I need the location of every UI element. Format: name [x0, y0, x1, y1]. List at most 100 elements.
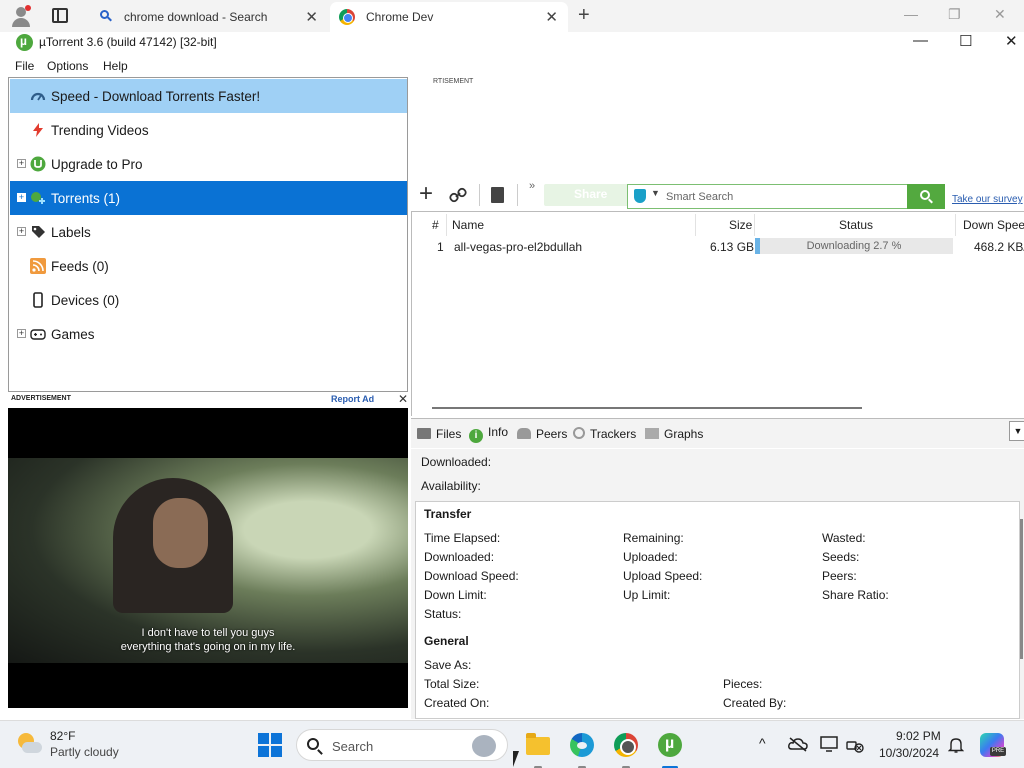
add-link-icon[interactable]	[449, 186, 467, 204]
tab-search[interactable]: chrome download - Search ✕	[88, 2, 328, 32]
sidebar-item-feeds[interactable]: Feeds (0)	[10, 249, 407, 283]
browser-restore-button[interactable]: ❐	[948, 6, 961, 23]
detail-tabs: Files i Info Peers Trackers Graphs ▼	[411, 418, 1024, 448]
column-header-number[interactable]: #	[432, 218, 439, 232]
tab-files-label: Files	[436, 427, 462, 441]
taskbar-utorrent[interactable]	[654, 729, 686, 768]
sidebar-item-devices[interactable]: Devices (0)	[10, 283, 407, 317]
total-size-label: Total Size:	[424, 677, 480, 691]
chevron-down-icon[interactable]: ▼	[651, 188, 660, 198]
maximize-button[interactable]: ☐	[959, 32, 972, 50]
sidebar-item-trending[interactable]: Trending Videos	[10, 113, 407, 147]
copilot-pre-badge: PRE	[990, 747, 1006, 756]
create-torrent-icon[interactable]	[491, 187, 504, 203]
tab-label: chrome download - Search	[124, 10, 268, 24]
close-button[interactable]: ✕	[1005, 32, 1018, 50]
smart-search-input[interactable]	[666, 187, 904, 206]
share-button[interactable]: Share	[544, 184, 632, 206]
taskbar-edge[interactable]	[566, 729, 598, 768]
profile-avatar-icon[interactable]	[10, 5, 32, 27]
horizontal-scrollbar[interactable]	[432, 407, 862, 409]
tab-graphs[interactable]: Graphs	[645, 427, 703, 441]
tab-info[interactable]: i Info	[469, 425, 508, 443]
expand-icon[interactable]: +	[17, 227, 26, 236]
row-size: 6.13 GB	[710, 240, 755, 254]
toolbar-separator	[479, 184, 480, 206]
column-header-size[interactable]: Size	[729, 218, 752, 232]
sidebar-item-labels[interactable]: + Labels	[10, 215, 407, 249]
transfer-title: Transfer	[424, 507, 472, 521]
menu-options[interactable]: Options	[47, 59, 88, 73]
browser-minimize-button[interactable]: —	[904, 6, 918, 22]
detail-dropdown-button[interactable]: ▼	[1009, 421, 1024, 441]
sidebar-item-speed[interactable]: Speed - Download Torrents Faster!	[10, 79, 407, 113]
survey-link[interactable]: Take our survey	[952, 194, 1023, 205]
tab-label: Chrome Dev	[366, 10, 434, 24]
sidebar-item-label: Labels	[51, 225, 91, 240]
folder-icon	[526, 733, 550, 755]
taskbar-file-explorer[interactable]	[522, 729, 554, 768]
tab-close-icon[interactable]: ✕	[545, 8, 558, 26]
ad-video[interactable]: I don't have to tell you guys everything…	[8, 408, 408, 708]
tab-actions-icon[interactable]	[52, 8, 68, 23]
expand-icon[interactable]: +	[17, 329, 26, 338]
network-icon[interactable]	[846, 737, 864, 753]
tab-chrome-dev[interactable]: Chrome Dev ✕	[330, 2, 568, 32]
report-ad-link[interactable]: Report Ad	[331, 394, 374, 404]
sidebar-item-upgrade[interactable]: + Upgrade to Pro	[10, 147, 407, 181]
column-header-down-speed[interactable]: Down Speed	[963, 218, 1024, 232]
notification-bell-icon[interactable]	[948, 736, 964, 754]
start-button[interactable]	[258, 733, 282, 757]
expand-icon[interactable]: +	[17, 193, 26, 202]
vertical-scrollbar[interactable]	[1020, 519, 1023, 659]
sidebar-item-label: Torrents (1)	[51, 191, 121, 206]
edge-icon	[570, 733, 594, 757]
search-highlight-icon	[472, 735, 496, 757]
add-torrent-button[interactable]: +	[419, 182, 433, 206]
column-divider	[446, 214, 447, 236]
tab-peers[interactable]: Peers	[517, 427, 567, 441]
sidebar-item-torrents[interactable]: + Torrents (1)	[10, 181, 407, 215]
status-progress-bar: Downloading 2.7 %	[755, 238, 953, 254]
search-button[interactable]	[907, 184, 945, 209]
column-header-status[interactable]: Status	[839, 218, 873, 232]
display-icon[interactable]	[820, 736, 840, 753]
new-tab-button[interactable]: +	[578, 4, 590, 27]
tab-files[interactable]: Files	[417, 427, 461, 441]
tab-graphs-label: Graphs	[664, 427, 704, 441]
upload-speed-label: Upload Speed:	[623, 569, 703, 583]
tab-trackers[interactable]: Trackers	[573, 427, 636, 441]
tray-overflow-chevron-icon[interactable]: ^	[759, 735, 766, 751]
weather-temp[interactable]: 82°F	[50, 729, 75, 743]
minimize-button[interactable]: —	[913, 32, 928, 49]
peers-label: Peers:	[822, 569, 857, 583]
ad-subtitle-line: everything that's going on in my life.	[120, 641, 296, 653]
column-header-name[interactable]: Name	[452, 218, 484, 232]
sidebar: Speed - Download Torrents Faster! Trendi…	[8, 77, 408, 392]
column-divider	[695, 214, 696, 236]
expand-icon[interactable]: +	[17, 159, 26, 168]
search-icon	[307, 738, 319, 750]
ad-close-icon[interactable]: ✕	[398, 392, 408, 406]
top-ad-label: RTISEMENT	[433, 78, 474, 85]
status-label: Status:	[424, 607, 462, 621]
weather-condition[interactable]: Partly cloudy	[50, 745, 119, 759]
tag-icon	[32, 226, 45, 238]
device-icon	[33, 292, 43, 308]
time-elapsed-label: Time Elapsed:	[424, 531, 501, 545]
tab-close-icon[interactable]: ✕	[305, 8, 318, 26]
menu-file[interactable]: File	[15, 59, 34, 73]
taskbar-chrome-dev[interactable]	[610, 729, 642, 768]
tab-peers-label: Peers	[536, 427, 568, 441]
utorrent-icon	[658, 733, 682, 757]
clock-date[interactable]: 10/30/2024	[879, 746, 939, 760]
taskbar-search[interactable]: Search	[296, 729, 508, 761]
onedrive-icon[interactable]	[788, 736, 808, 752]
sidebar-item-games[interactable]: + Games	[10, 317, 407, 351]
toolbar-overflow-icon[interactable]: »	[529, 180, 535, 192]
weather-icon[interactable]	[16, 731, 42, 757]
menu-help[interactable]: Help	[103, 59, 128, 73]
browser-close-button[interactable]: ✕	[994, 6, 1006, 23]
ad-face-image	[153, 498, 208, 568]
clock-time[interactable]: 9:02 PM	[896, 729, 941, 743]
